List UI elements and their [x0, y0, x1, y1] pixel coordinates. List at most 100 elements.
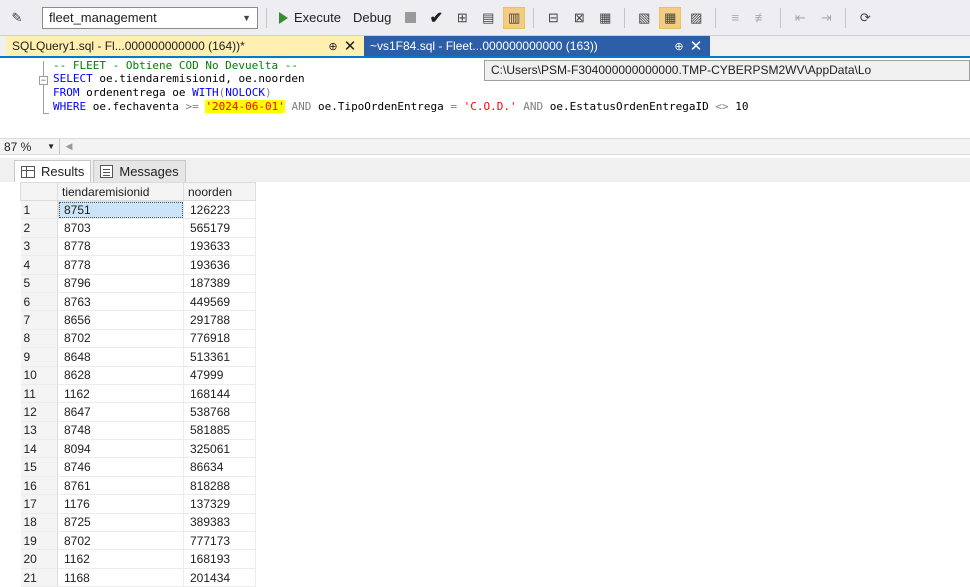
- table-row[interactable]: 13 8748 581885: [20, 421, 256, 441]
- row-number[interactable]: 17: [20, 494, 58, 514]
- table-row[interactable]: 14 8094 325061: [20, 439, 256, 459]
- cell-noorden[interactable]: 565179: [183, 218, 256, 238]
- close-icon[interactable]: ✕: [688, 37, 704, 55]
- table-row[interactable]: 8 8702 776918: [20, 329, 256, 349]
- cell-tiendaremisionid[interactable]: 8778: [57, 255, 184, 275]
- row-number[interactable]: 21: [20, 568, 58, 587]
- row-number[interactable]: 13: [20, 421, 58, 441]
- row-number[interactable]: 1: [20, 200, 58, 220]
- table-row[interactable]: 17 1176 137329: [20, 494, 256, 514]
- results-to-file-button[interactable]: ▨: [685, 7, 707, 29]
- table-row[interactable]: 21 1168 201434: [20, 568, 256, 587]
- column-header[interactable]: tiendaremisionid: [57, 182, 184, 201]
- row-number[interactable]: 18: [20, 513, 58, 533]
- comment-button[interactable]: ≡: [724, 7, 746, 29]
- results-grid-icon[interactable]: ▦: [659, 6, 682, 29]
- cell-tiendaremisionid[interactable]: 8656: [57, 310, 184, 330]
- cell-noorden[interactable]: 777173: [183, 531, 256, 551]
- tab-vs1f84[interactable]: ~vs1F84.sql - Fleet...000000000000 (163)…: [364, 36, 710, 56]
- results-to-grid-button[interactable]: ▥: [503, 6, 526, 29]
- horizontal-scrollbar[interactable]: [78, 140, 970, 153]
- cell-noorden[interactable]: 581885: [183, 421, 256, 441]
- table-row[interactable]: 1 8751 126223: [20, 200, 256, 220]
- cell-tiendaremisionid[interactable]: 8778: [57, 237, 184, 257]
- cell-tiendaremisionid[interactable]: 8648: [57, 347, 184, 367]
- row-number[interactable]: 8: [20, 329, 58, 349]
- client-stats-button[interactable]: ▦: [594, 7, 616, 29]
- cell-noorden[interactable]: 193636: [183, 255, 256, 275]
- cell-noorden[interactable]: 168144: [183, 384, 256, 404]
- decrease-indent-button[interactable]: ⇤: [789, 7, 811, 29]
- column-header[interactable]: noorden: [183, 182, 256, 201]
- row-number[interactable]: 6: [20, 292, 58, 312]
- cell-tiendaremisionid[interactable]: 8628: [57, 366, 184, 385]
- row-number[interactable]: 5: [20, 274, 58, 293]
- uncomment-button[interactable]: ≢: [750, 7, 772, 29]
- cell-tiendaremisionid[interactable]: 8746: [57, 457, 184, 477]
- parse-button[interactable]: ✔: [425, 7, 447, 29]
- tab-sqlquery1[interactable]: SQLQuery1.sql - Fl...000000000000 (164))…: [6, 36, 364, 56]
- table-row[interactable]: 4 8778 193636: [20, 255, 256, 275]
- table-row[interactable]: 12 8647 538768: [20, 402, 256, 422]
- cell-noorden[interactable]: 193633: [183, 237, 256, 257]
- cell-tiendaremisionid[interactable]: 1162: [57, 549, 184, 569]
- cell-tiendaremisionid[interactable]: 8702: [57, 531, 184, 551]
- zoom-select[interactable]: 87 % ▼: [0, 139, 60, 154]
- database-select[interactable]: fleet_management ▼: [42, 6, 258, 29]
- cell-tiendaremisionid[interactable]: 8725: [57, 513, 184, 533]
- table-row[interactable]: 2 8703 565179: [20, 218, 256, 238]
- cell-noorden[interactable]: 126223: [183, 200, 256, 220]
- cell-noorden[interactable]: 818288: [183, 476, 256, 496]
- row-number[interactable]: 2: [20, 218, 58, 238]
- cell-noorden[interactable]: 449569: [183, 292, 256, 312]
- cell-noorden[interactable]: 291788: [183, 310, 256, 330]
- display-plan-button[interactable]: ⊞: [451, 7, 473, 29]
- cell-noorden[interactable]: 776918: [183, 329, 256, 349]
- tab-messages[interactable]: Messages: [93, 160, 186, 182]
- cancel-query-button[interactable]: [399, 7, 421, 29]
- cell-tiendaremisionid[interactable]: 8702: [57, 329, 184, 349]
- collapse-icon[interactable]: −: [39, 76, 48, 85]
- row-number[interactable]: 12: [20, 402, 58, 422]
- row-number[interactable]: 4: [20, 255, 58, 275]
- cell-tiendaremisionid[interactable]: 8748: [57, 421, 184, 441]
- live-stats-button[interactable]: ⊠: [568, 7, 590, 29]
- row-number[interactable]: 15: [20, 457, 58, 477]
- cell-tiendaremisionid[interactable]: 8751: [57, 200, 184, 220]
- table-row[interactable]: 10 8628 47999: [20, 366, 256, 385]
- row-number[interactable]: 16: [20, 476, 58, 496]
- execute-button[interactable]: Execute: [275, 6, 345, 30]
- row-number[interactable]: 19: [20, 531, 58, 551]
- cell-noorden[interactable]: 187389: [183, 274, 256, 293]
- query-options-button[interactable]: ▤: [477, 7, 499, 29]
- cell-tiendaremisionid[interactable]: 8647: [57, 402, 184, 422]
- close-icon[interactable]: ✕: [342, 37, 358, 55]
- table-row[interactable]: 15 8746 86634: [20, 457, 256, 477]
- cell-noorden[interactable]: 137329: [183, 494, 256, 514]
- debug-button[interactable]: Debug: [349, 6, 395, 30]
- include-plan-button[interactable]: ⊟: [542, 7, 564, 29]
- cell-noorden[interactable]: 325061: [183, 439, 256, 459]
- tab-results[interactable]: Results: [14, 160, 92, 182]
- row-number[interactable]: 11: [20, 384, 58, 404]
- cell-tiendaremisionid[interactable]: 8796: [57, 274, 184, 293]
- connect-icon[interactable]: ✎: [6, 7, 28, 29]
- row-number[interactable]: 10: [20, 366, 58, 385]
- row-number[interactable]: 3: [20, 237, 58, 257]
- cell-noorden[interactable]: 201434: [183, 568, 256, 587]
- cell-noorden[interactable]: 513361: [183, 347, 256, 367]
- cell-tiendaremisionid[interactable]: 8703: [57, 218, 184, 238]
- cell-noorden[interactable]: 389383: [183, 513, 256, 533]
- table-row[interactable]: 19 8702 777173: [20, 531, 256, 551]
- table-row[interactable]: 16 8761 818288: [20, 476, 256, 496]
- row-number[interactable]: 14: [20, 439, 58, 459]
- cell-noorden[interactable]: 47999: [183, 366, 256, 385]
- results-to-text-button[interactable]: ▧: [633, 7, 655, 29]
- cell-tiendaremisionid[interactable]: 1162: [57, 384, 184, 404]
- pin-icon[interactable]: ⊕: [324, 40, 342, 53]
- table-row[interactable]: 6 8763 449569: [20, 292, 256, 312]
- cell-noorden[interactable]: 86634: [183, 457, 256, 477]
- row-number[interactable]: 20: [20, 549, 58, 569]
- table-row[interactable]: 18 8725 389383: [20, 513, 256, 533]
- row-selector-header[interactable]: [20, 182, 58, 201]
